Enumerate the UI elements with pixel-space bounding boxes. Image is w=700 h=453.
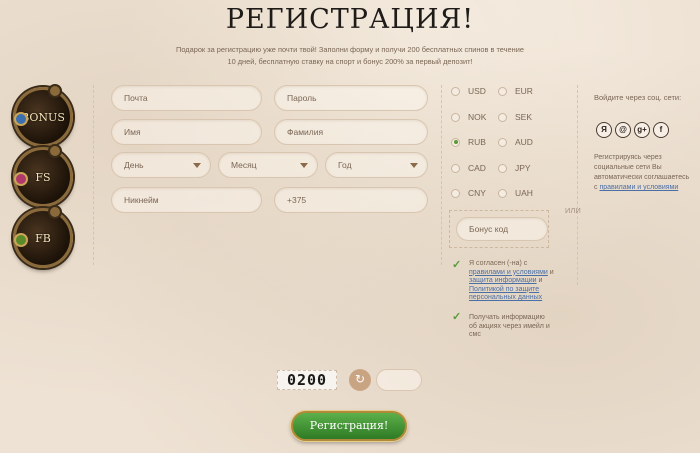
currency-nok[interactable]: NOK: [451, 112, 486, 122]
currency-label: NOK: [468, 112, 487, 122]
badge-dot: [14, 172, 28, 186]
password-field[interactable]: Пароль: [274, 85, 428, 111]
radio-circle: [451, 188, 460, 198]
badge-knob: [48, 144, 62, 158]
social-title: Войдите через соц. сети:: [594, 93, 682, 102]
phone-field[interactable]: +375: [274, 187, 428, 213]
badge-knob: [48, 84, 62, 98]
privacy-link[interactable]: защита информации: [469, 277, 537, 284]
social-terms-link[interactable]: правилами и условиями: [599, 184, 678, 191]
page-title: РЕГИСТРАЦИЯ!: [225, 4, 475, 35]
policy-link[interactable]: Политикой по защите персональных данных: [469, 286, 542, 302]
terms-text: Я согласен (-на) с правилами и условиями…: [469, 260, 554, 303]
or-label: ИЛИ: [565, 206, 581, 215]
nickname-field[interactable]: Никнейм: [111, 187, 262, 213]
newsletter-text: Получать информацию об акциях через имей…: [469, 314, 550, 338]
fs-badge[interactable]: FS: [13, 144, 73, 207]
radio-circle: [451, 163, 460, 173]
currency-eur[interactable]: EUR: [498, 86, 533, 96]
radio-circle: [498, 163, 507, 173]
badge-label: FS: [35, 170, 51, 184]
refresh-icon[interactable]: ↻: [349, 369, 371, 391]
privacy-and: и: [538, 277, 543, 284]
currency-label: RUB: [468, 137, 486, 147]
facebook-icon[interactable]: f: [653, 122, 669, 138]
radio-circle: [498, 86, 507, 96]
captcha-input[interactable]: [376, 369, 422, 391]
currency-jpy[interactable]: JPY: [498, 163, 531, 173]
radio-circle: [451, 86, 460, 96]
register-button-label: Регистрация!: [309, 419, 389, 432]
radio-circle-selected: [451, 137, 460, 147]
currency-usd[interactable]: USD: [451, 86, 486, 96]
right-divider: [577, 85, 578, 285]
currency-cad[interactable]: CAD: [451, 163, 486, 173]
month-select[interactable]: Месяц: [218, 152, 318, 178]
bonus-code-input[interactable]: Бонус код: [456, 217, 548, 241]
currency-rub[interactable]: RUB: [451, 137, 486, 147]
social-note: Регистрируясь через социальные сети Вы а…: [594, 153, 694, 193]
year-select-label: Год: [338, 160, 352, 170]
page-subtitle: Подарок за регистрацию уже почти твой! З…: [176, 45, 524, 66]
terms-link[interactable]: правилами и условиями: [469, 269, 548, 276]
terms-and: и: [549, 268, 554, 276]
currency-label: AUD: [515, 137, 533, 147]
email-field[interactable]: Почта: [111, 85, 262, 111]
radio-circle: [498, 188, 507, 198]
currency-label: JPY: [515, 163, 531, 173]
badge-dot: [14, 233, 28, 247]
fb-badge[interactable]: FB: [13, 205, 73, 268]
yandex-icon[interactable]: Я: [596, 122, 612, 138]
register-button[interactable]: Регистрация!: [291, 411, 407, 441]
month-select-label: Месяц: [231, 160, 257, 170]
currency-label: SEK: [515, 112, 533, 122]
terms-checkbox[interactable]: ✓: [452, 258, 461, 271]
radio-circle: [498, 112, 507, 122]
bonus-badge[interactable]: BONUS: [13, 84, 73, 147]
currency-sek[interactable]: SEK: [498, 112, 532, 122]
radio-circle: [451, 112, 460, 122]
currency-label: CNY: [468, 188, 486, 198]
currency-label: CAD: [468, 163, 486, 173]
badge-knob: [48, 205, 62, 219]
currency-label: UAH: [515, 188, 533, 198]
lastname-field[interactable]: Фамилия: [274, 119, 428, 145]
mail-icon[interactable]: @: [615, 122, 631, 138]
currency-uah[interactable]: UAH: [498, 188, 533, 198]
newsletter-checkbox[interactable]: ✓: [452, 310, 461, 323]
currency-label: USD: [468, 86, 486, 96]
day-select-label: День: [124, 160, 144, 170]
currency-cny[interactable]: CNY: [451, 188, 486, 198]
terms-prefix: Я согласен (-на) с: [469, 260, 528, 267]
radio-circle: [498, 137, 507, 147]
day-select[interactable]: День: [111, 152, 211, 178]
currency-aud[interactable]: AUD: [498, 137, 533, 147]
badge-dot: [14, 112, 28, 126]
left-divider: [93, 85, 94, 265]
year-select[interactable]: Год: [325, 152, 428, 178]
google-plus-icon[interactable]: g+: [634, 122, 650, 138]
currency-label: EUR: [515, 86, 533, 96]
middle-divider: [441, 85, 442, 265]
firstname-field[interactable]: Имя: [111, 119, 262, 145]
badge-label: FB: [35, 231, 51, 245]
captcha-image: 0200: [277, 370, 337, 390]
